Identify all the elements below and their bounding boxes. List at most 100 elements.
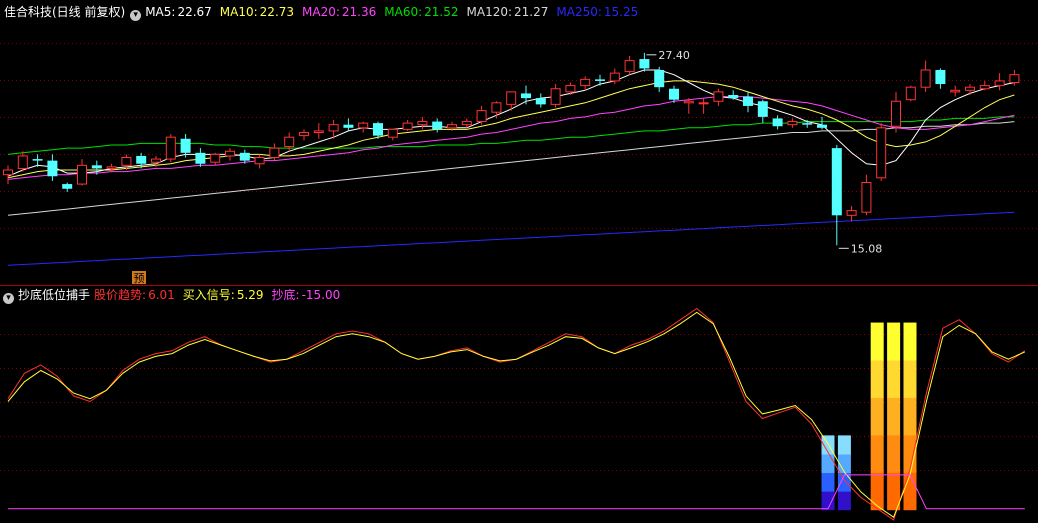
indicator-header: ▾ 抄底低位捕手 股价趋势: 6.01 买入信号: 5.29 抄底: -15.00: [2, 286, 352, 304]
candle-body: [239, 152, 250, 161]
candle-body: [935, 70, 946, 85]
candle: [994, 73, 1005, 91]
candle: [713, 88, 724, 106]
candle-body: [654, 70, 665, 88]
candle: [550, 84, 561, 108]
ma-legend-item-label: MA20:: [302, 5, 340, 19]
candle-body: [106, 166, 117, 169]
indicator-legend-item-label: 抄底:: [271, 288, 300, 302]
candle-body: [891, 100, 901, 127]
ma-line-ma250: [7, 211, 1015, 266]
candle-body: [343, 124, 354, 128]
chevron-down-icon[interactable]: ▾: [130, 10, 142, 21]
candle-body: [328, 124, 339, 132]
stock-title[interactable]: 佳合科技(日线 前复权): [4, 5, 125, 19]
candle: [595, 74, 605, 86]
indicator-title[interactable]: 抄底低位捕手: [18, 288, 90, 302]
low-price-label: 15.08: [851, 242, 883, 255]
candle-body: [861, 182, 872, 213]
indicator-legend-item-2: 买入信号: 5.29: [183, 288, 268, 302]
candle-body: [609, 72, 620, 82]
candle: [254, 154, 265, 169]
candle-body: [728, 95, 739, 99]
candle: [905, 85, 916, 102]
signal-bar-segment: [821, 453, 835, 474]
candle: [831, 145, 842, 246]
indicator-legend-item-value: 6.01: [148, 288, 175, 302]
indicator-legend-item-1: 股价趋势: 6.01: [94, 288, 179, 302]
signal-bar-segment: [903, 397, 917, 436]
candle: [639, 52, 650, 72]
candle-body: [358, 122, 369, 129]
candle: [935, 68, 946, 89]
signal-bar-segment: [870, 359, 884, 398]
candle: [920, 60, 931, 92]
candle: [32, 154, 43, 167]
chevron-down-icon[interactable]: ▾: [3, 293, 14, 304]
candle: [476, 105, 487, 125]
indicator-legend: 股价趋势: 6.01 买入信号: 5.29 抄底: -15.00: [94, 288, 348, 302]
candle: [757, 99, 768, 124]
candle-body: [62, 184, 73, 189]
signal-bar-segment: [870, 472, 884, 511]
candle: [698, 98, 709, 114]
candle: [979, 80, 990, 91]
ma-legend-item-label: MA250:: [556, 5, 602, 19]
candle-body: [165, 136, 176, 160]
ma-legend-item-3: MA20: 21.36: [302, 5, 380, 19]
candle-body: [3, 169, 13, 176]
candle-body: [950, 89, 961, 93]
candle: [387, 128, 398, 141]
candle-body: [402, 122, 413, 130]
candle-body: [965, 86, 975, 91]
candle-body: [624, 60, 635, 73]
candle-body: [225, 150, 235, 157]
candle-body: [91, 165, 102, 169]
candle: [210, 152, 221, 166]
signal-bar-segment: [821, 491, 835, 511]
candle: [343, 118, 354, 131]
chart-panes: 27.40 15.08 预: [0, 43, 1038, 521]
candle: [62, 182, 73, 192]
forecast-badge: 预: [132, 271, 146, 285]
main-chart-header: 佳合科技(日线 前复权) ▾ MA5: 22.67 MA10: 22.73 MA20: 21.…: [4, 3, 650, 21]
ma-legend-item-1: MA5: 22.67: [145, 5, 216, 19]
candle-body: [136, 155, 147, 164]
candle: [358, 121, 369, 133]
candle-body: [17, 155, 28, 169]
candle: [624, 55, 635, 75]
candle-body: [905, 86, 916, 101]
candle-body: [447, 124, 457, 129]
candle-body: [210, 153, 221, 163]
candle: [891, 91, 901, 133]
candle: [861, 174, 872, 216]
candle: [817, 116, 827, 130]
ma-legend-item-6: MA250: 15.25: [556, 5, 642, 19]
signal-bar-segment: [887, 359, 901, 398]
candle-body: [417, 121, 428, 126]
candle-body: [432, 121, 443, 130]
ma-legend-item-value: 22.67: [177, 5, 212, 19]
indicator-legend-item-value: -15.00: [301, 288, 341, 302]
candle-body: [698, 102, 709, 105]
candle: [77, 159, 87, 186]
high-price-label: 27.40: [658, 49, 690, 62]
candle: [417, 116, 428, 130]
candle: [3, 165, 13, 185]
ma-legend-item-value: 21.27: [514, 5, 549, 19]
candle-body: [476, 110, 487, 123]
candle-body: [683, 100, 694, 104]
candle: [728, 90, 739, 100]
indicator-legend-item-label: 买入信号:: [182, 288, 235, 302]
signal-bar-segment: [870, 434, 884, 473]
candle-body: [195, 152, 206, 164]
signal-bar-segment: [870, 397, 884, 436]
candle: [17, 151, 28, 172]
candle-body: [580, 78, 591, 87]
candle: [491, 101, 502, 119]
candle-body: [180, 138, 191, 153]
indicator-legend-item-label: 股价趋势:: [94, 288, 147, 302]
candle: [787, 118, 798, 128]
candle-body: [550, 88, 561, 105]
ma-legend: MA5: 22.67 MA10: 22.73 MA20: 21.36 MA60: 21.52 M…: [145, 5, 646, 19]
